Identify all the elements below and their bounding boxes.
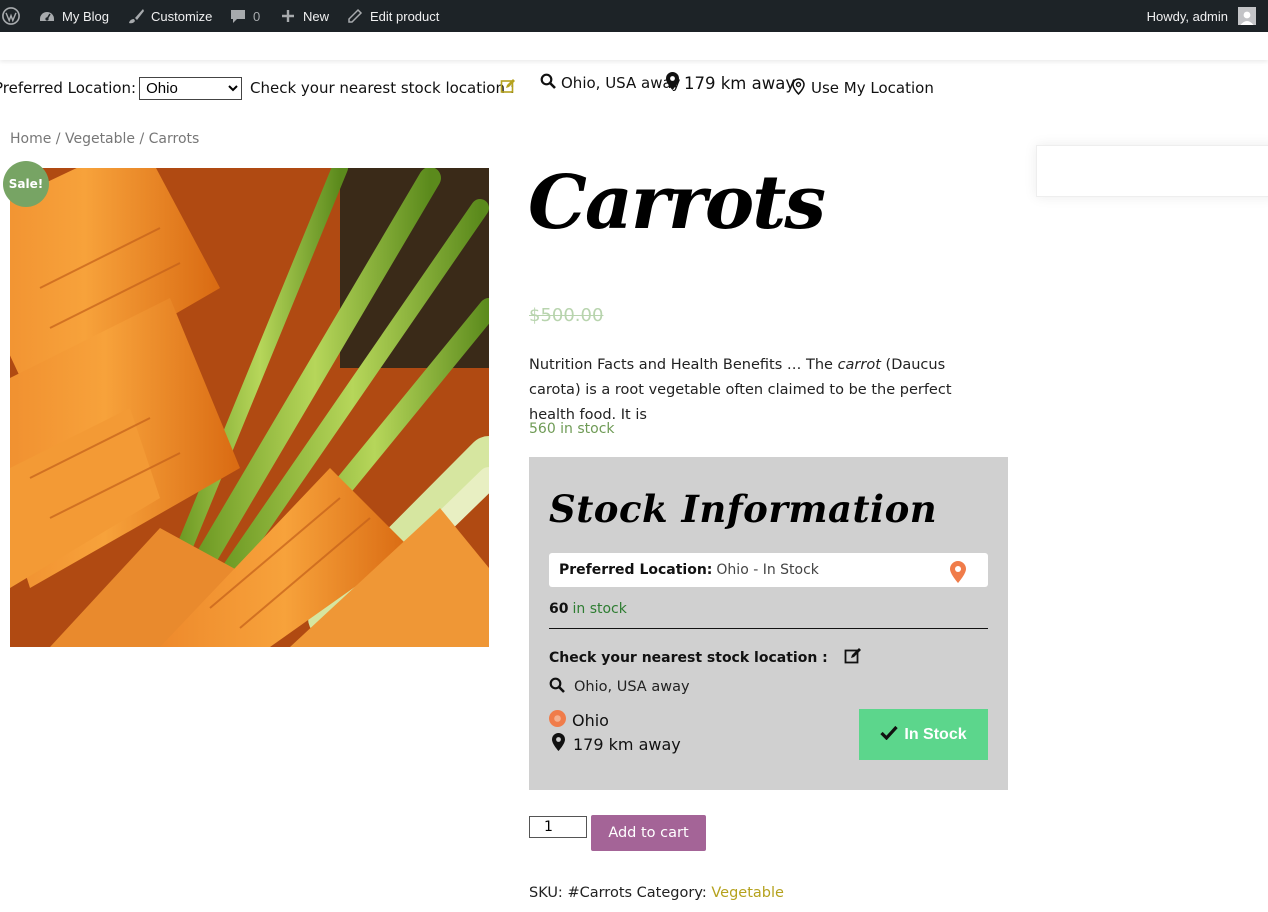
- location-pin-outline-icon: [792, 77, 805, 99]
- breadcrumb: Home / Vegetable / Carrots: [10, 131, 199, 147]
- checkmark-icon: [880, 725, 899, 745]
- edit-icon: [500, 78, 516, 98]
- avatar: [1238, 7, 1256, 25]
- use-my-location-label: Use My Location: [811, 79, 934, 97]
- divider: [549, 628, 988, 629]
- paintbrush-icon: [127, 7, 145, 25]
- edit-icon[interactable]: [844, 647, 862, 669]
- nearest-search-value: Ohio, USA away: [574, 679, 690, 695]
- product-title: Carrots: [528, 160, 826, 246]
- pencil-icon: [346, 7, 364, 25]
- regular-price: $500.00: [529, 305, 604, 326]
- customize-link[interactable]: Customize: [127, 0, 212, 32]
- sku-value: #Carrots: [567, 885, 633, 901]
- dashboard-icon: [38, 7, 56, 25]
- sidebar-widget: [1036, 145, 1268, 197]
- search-icon: [540, 73, 556, 93]
- breadcrumb-home[interactable]: Home: [10, 131, 51, 147]
- nearest-stock-label: Check your nearest stock location :: [549, 650, 828, 666]
- preferred-location-value: Ohio - In Stock: [716, 562, 819, 578]
- search-icon: [549, 677, 565, 697]
- product-short-description: Nutrition Facts and Health Benefits … Th…: [529, 353, 999, 428]
- store-distance-row: 179 km away: [549, 733, 681, 755]
- comment-icon: [229, 7, 247, 25]
- site-name-menu[interactable]: My Blog: [38, 0, 109, 32]
- site-name-label: My Blog: [62, 8, 109, 24]
- admin-bar: My Blog Customize 0 New Edit product How…: [0, 0, 1268, 32]
- location-stock-quantity: 60 in stock: [549, 601, 627, 617]
- breadcrumb-separator: /: [55, 131, 61, 147]
- edit-location-button[interactable]: [500, 70, 516, 106]
- edit-product-link[interactable]: Edit product: [346, 0, 439, 32]
- category-link[interactable]: Vegetable: [711, 885, 784, 901]
- plus-icon: [279, 7, 297, 25]
- wordpress-icon: [2, 7, 20, 25]
- breadcrumb-category[interactable]: Vegetable: [65, 131, 135, 147]
- store-row: Ohio: [549, 710, 609, 731]
- location-search-display[interactable]: Ohio, USA away: [540, 65, 681, 101]
- description-emphasis: carrot: [837, 357, 881, 373]
- new-label: New: [303, 8, 330, 24]
- howdy-label: Howdy, admin: [1146, 8, 1228, 24]
- stock-quantity-suffix: in stock: [572, 601, 627, 617]
- comments-count: 0: [253, 8, 261, 24]
- distance-display: 179 km away: [666, 65, 795, 101]
- category-label: Category:: [636, 885, 707, 901]
- product-meta: SKU: #Carrots Category: Vegetable: [529, 885, 784, 901]
- preferred-location-label: Preferred Location:: [0, 79, 137, 97]
- quantity-input[interactable]: [529, 816, 587, 838]
- comments-link[interactable]: 0: [229, 0, 260, 32]
- customize-label: Customize: [151, 8, 213, 24]
- nearest-stock-row: Check your nearest stock location :: [549, 647, 862, 669]
- breadcrumb-current: Carrots: [148, 131, 200, 147]
- store-name: Ohio: [572, 711, 609, 730]
- store-distance: 179 km away: [573, 734, 681, 754]
- map-pin-icon: [950, 561, 966, 587]
- use-my-location-link[interactable]: Use My Location: [792, 70, 934, 106]
- preferred-location-control: Preferred Location: Ohio: [0, 70, 243, 106]
- preferred-location-label: Preferred Location:: [559, 562, 713, 578]
- preferred-location-select[interactable]: Ohio: [139, 76, 243, 100]
- stock-count: 560 in stock: [529, 421, 615, 437]
- sale-badge: Sale!: [3, 161, 49, 207]
- add-to-cart-button[interactable]: Add to cart: [591, 815, 706, 851]
- stock-information-box: Stock Information Preferred Location: Oh…: [529, 457, 1008, 790]
- new-content-menu[interactable]: New: [279, 0, 329, 32]
- carrots-photo: [10, 168, 489, 647]
- product-image[interactable]: [10, 168, 489, 647]
- distance-value: 179 km away: [684, 73, 796, 93]
- location-search-value: Ohio, USA away: [561, 74, 681, 92]
- in-stock-button[interactable]: In Stock: [859, 709, 988, 760]
- description-text: Nutrition Facts and Health Benefits … Th…: [529, 357, 838, 373]
- in-stock-button-label: In Stock: [904, 725, 967, 743]
- nearest-stock-label: Check your nearest stock location :: [250, 79, 515, 97]
- map-marker-icon: [552, 733, 565, 755]
- my-account-menu[interactable]: Howdy, admin: [1147, 0, 1256, 32]
- stock-quantity-number: 60: [549, 601, 569, 617]
- sku-label: SKU:: [529, 885, 563, 901]
- nearest-search-row[interactable]: Ohio, USA away: [549, 677, 690, 697]
- stock-information-heading: Stock Information: [549, 487, 938, 531]
- preferred-location-row: Preferred Location: Ohio - In Stock: [549, 553, 988, 587]
- store-dot-icon: [549, 710, 566, 731]
- edit-product-label: Edit product: [370, 8, 440, 24]
- breadcrumb-separator: /: [139, 131, 145, 147]
- map-marker-icon: [666, 72, 679, 94]
- wordpress-logo-menu[interactable]: [2, 0, 20, 32]
- site-header: [0, 32, 1268, 60]
